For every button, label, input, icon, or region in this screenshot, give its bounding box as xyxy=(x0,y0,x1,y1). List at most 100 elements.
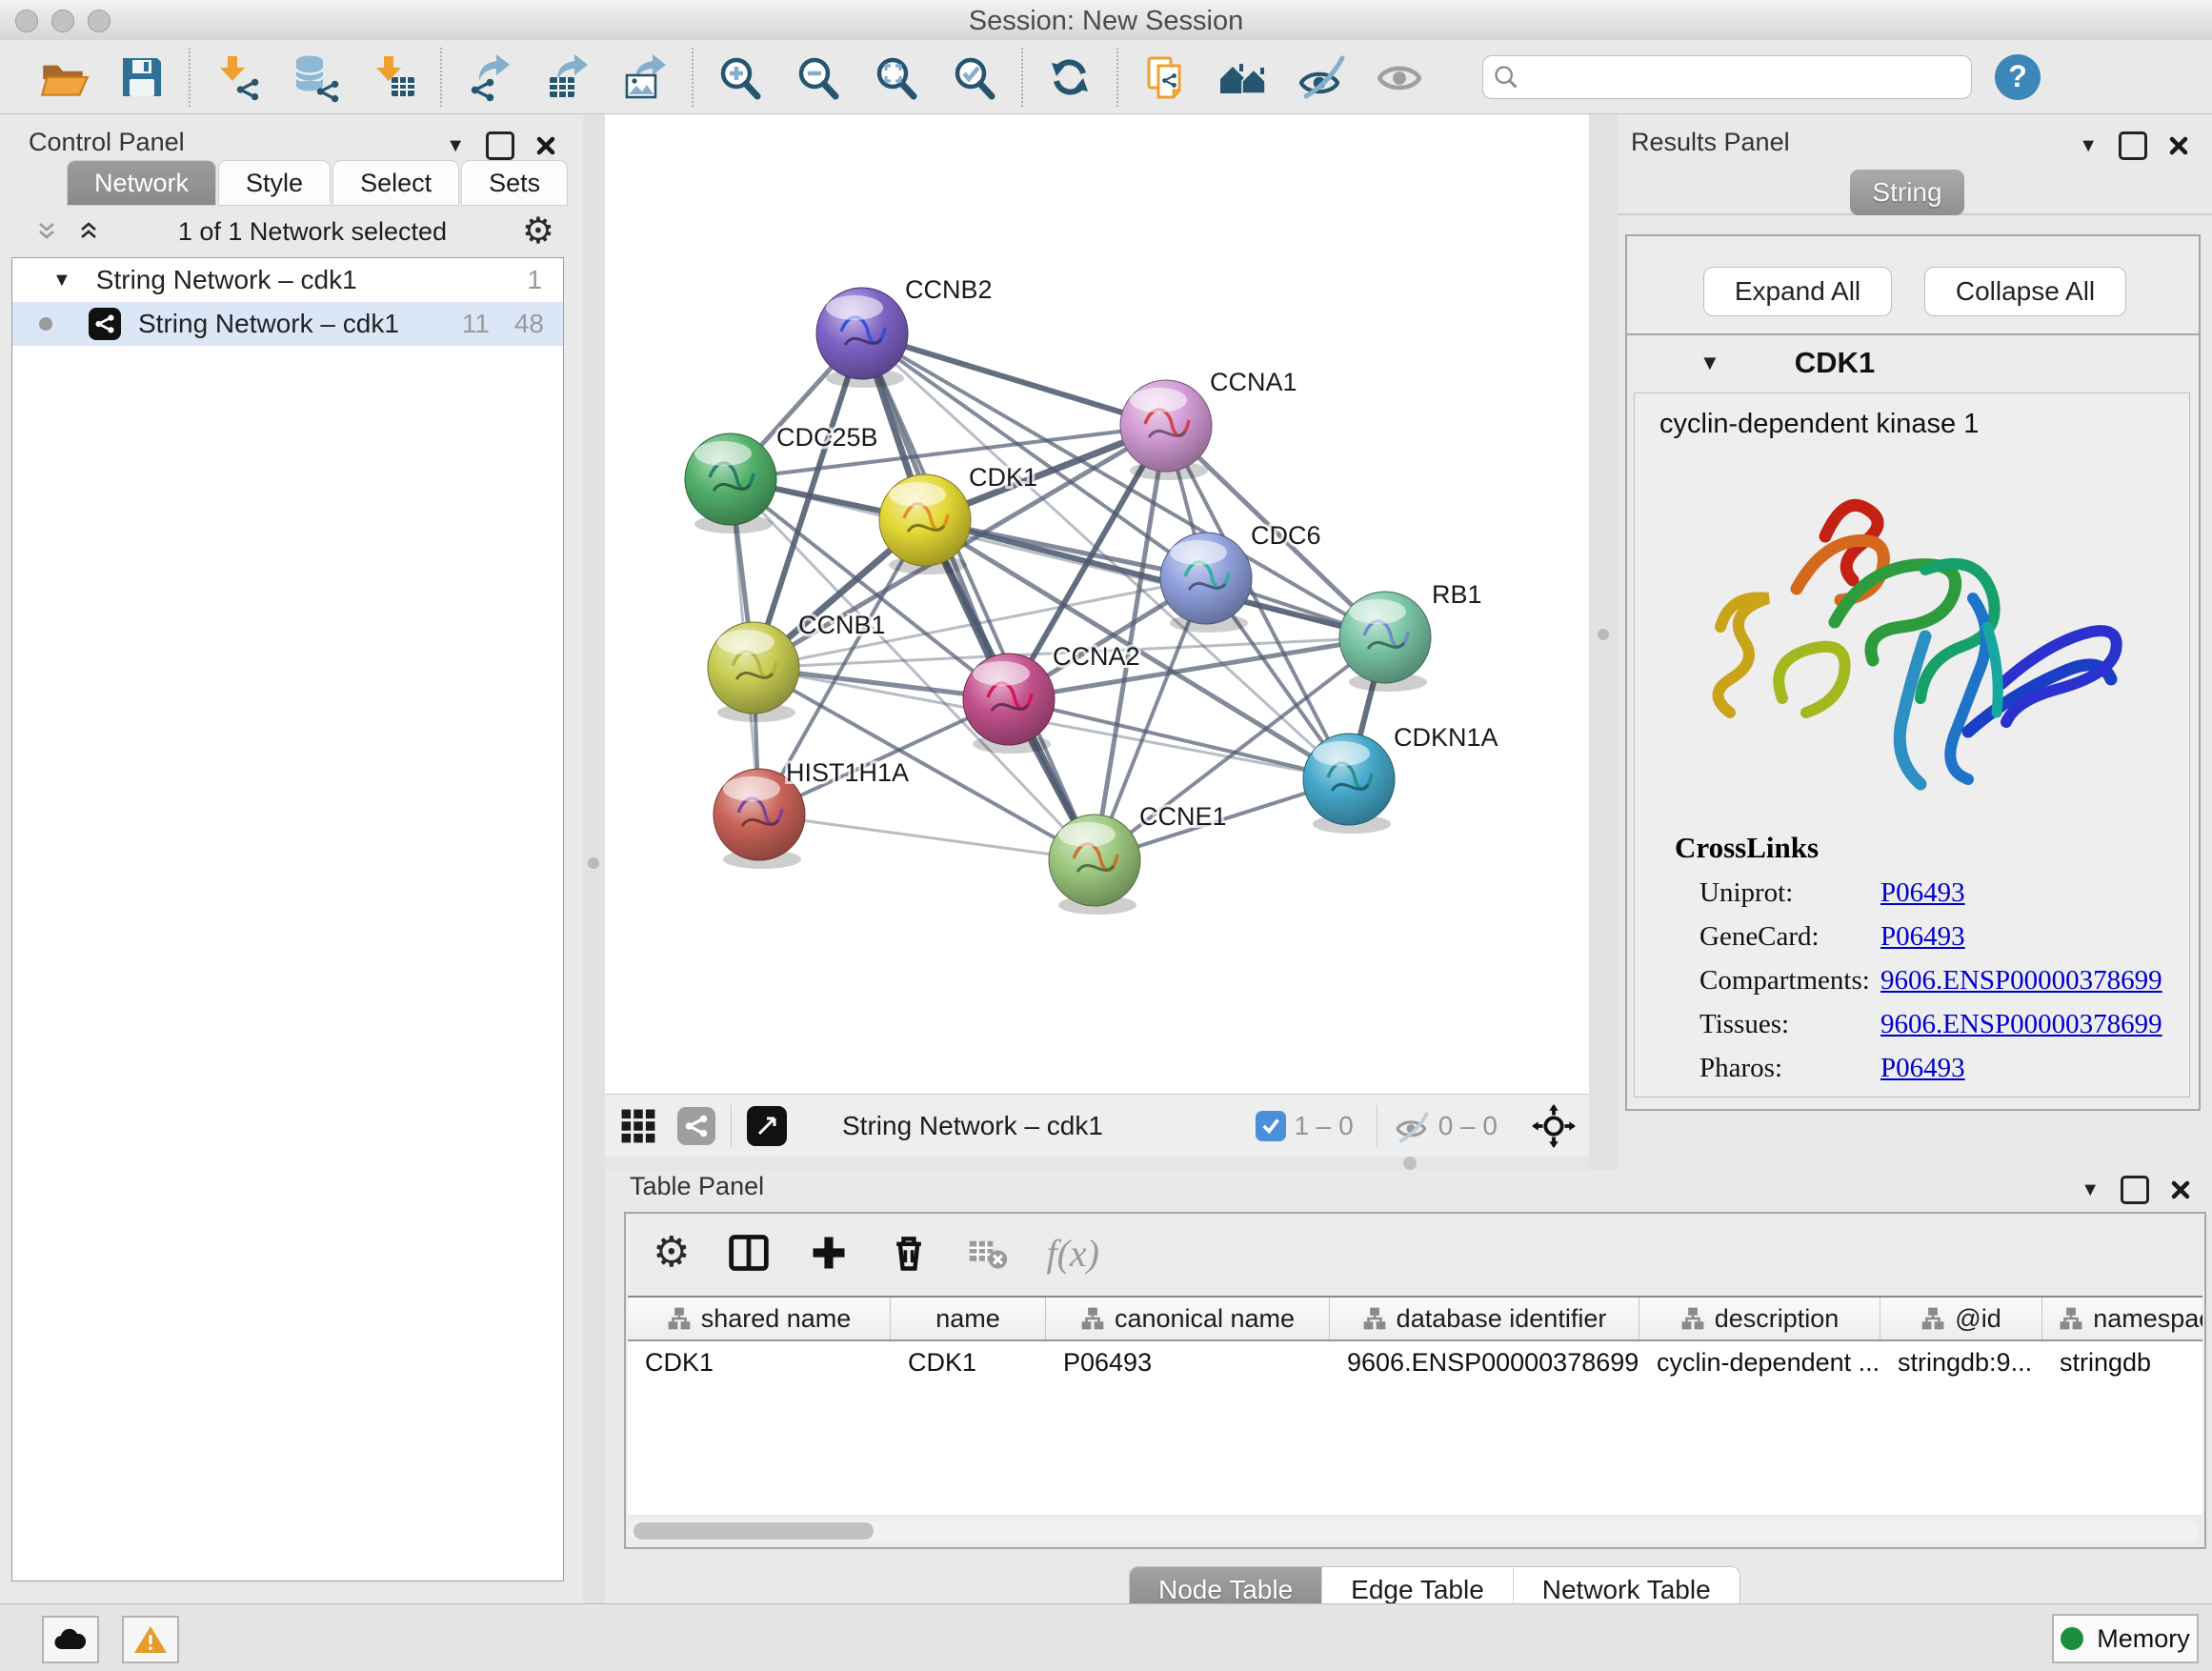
import-network-from-database-button[interactable] xyxy=(276,44,354,111)
table-cell[interactable]: CDK1 xyxy=(628,1341,891,1383)
column-header-namespac[interactable]: namespac xyxy=(2042,1298,2202,1339)
delete-column-icon[interactable] xyxy=(888,1232,930,1274)
table-row[interactable]: CDK1CDK1P064939606.ENSP00000378699cyclin… xyxy=(628,1341,2202,1383)
export-table-icon xyxy=(540,50,593,104)
grid-view-icon[interactable] xyxy=(620,1108,656,1144)
crosslink-label: Pharos: xyxy=(1699,1053,1880,1084)
tab-network[interactable]: Network xyxy=(67,160,216,206)
crosslink-link[interactable]: P06493 xyxy=(1880,877,1965,909)
network-options-gear-icon[interactable]: ⚙ xyxy=(522,213,554,250)
crosslink-label: GeneCard: xyxy=(1699,921,1880,953)
tab-sets[interactable]: Sets xyxy=(461,160,568,206)
panel-menu-icon[interactable]: ▼ xyxy=(2079,135,2098,157)
zoom-fit-button[interactable] xyxy=(857,44,935,111)
column-header-name[interactable]: name xyxy=(891,1298,1046,1339)
column-header-database-identifier[interactable]: database identifier xyxy=(1330,1298,1639,1339)
houses-icon xyxy=(1217,50,1270,104)
table-cell[interactable]: CDK1 xyxy=(891,1341,1046,1383)
column-header--id[interactable]: @id xyxy=(1880,1298,2042,1339)
crosslink-link[interactable]: 9606.ENSP00000378699 xyxy=(1880,1009,2162,1040)
memory-button[interactable]: Memory xyxy=(2052,1614,2199,1663)
panel-float-icon[interactable] xyxy=(2121,1176,2149,1204)
title-bar: Session: New Session xyxy=(0,0,2212,41)
zoom-in-button[interactable] xyxy=(701,44,779,111)
network-edge[interactable] xyxy=(1009,699,1349,779)
show-all-button[interactable] xyxy=(1360,44,1438,111)
selected-checkbox-icon[interactable] xyxy=(1256,1111,1286,1141)
export-image-button[interactable] xyxy=(606,44,684,111)
zoom-out-button[interactable] xyxy=(779,44,857,111)
table-cell[interactable]: cyclin-dependent ... xyxy=(1639,1341,1880,1383)
collapse-all-button[interactable]: Collapse All xyxy=(1924,267,2126,316)
hide-selected-button[interactable] xyxy=(1282,44,1360,111)
crosslink-link[interactable]: P06493 xyxy=(1880,921,1965,953)
column-header-shared-name[interactable]: shared name xyxy=(628,1298,891,1339)
collapse-all-icon[interactable] xyxy=(32,217,61,246)
export-table-button[interactable] xyxy=(528,44,606,111)
tab-style[interactable]: Style xyxy=(218,160,331,206)
node-label: CCNA2 xyxy=(1053,642,1140,671)
network-label: String Network – cdk1 xyxy=(138,309,399,339)
panel-close-icon[interactable] xyxy=(535,135,556,156)
network-view-title: String Network – cdk1 xyxy=(842,1111,1103,1141)
expand-all-button[interactable]: Expand All xyxy=(1703,267,1892,316)
zoom-selected-button[interactable] xyxy=(935,44,1014,111)
horizontal-splitter[interactable] xyxy=(605,1157,1589,1170)
main-toolbar: ? xyxy=(0,40,2212,114)
network-type-icon[interactable] xyxy=(677,1107,715,1145)
panel-menu-icon[interactable]: ▼ xyxy=(446,135,465,157)
panel-menu-icon[interactable]: ▼ xyxy=(2081,1179,2100,1201)
import-table-button[interactable] xyxy=(354,44,432,111)
panel-close-icon[interactable] xyxy=(2170,1179,2191,1200)
expand-all-icon[interactable] xyxy=(74,217,103,246)
collection-expander-icon[interactable]: ▼ xyxy=(52,270,71,292)
search-input[interactable] xyxy=(1519,61,1961,92)
network-edge[interactable] xyxy=(862,333,1166,426)
scrollbar-thumb[interactable] xyxy=(633,1522,874,1540)
node-label: HIST1H1A xyxy=(786,758,909,787)
save-session-button[interactable] xyxy=(103,44,181,111)
panel-float-icon[interactable] xyxy=(2119,131,2147,160)
refresh-button[interactable] xyxy=(1031,44,1109,111)
node-label: CCNB1 xyxy=(798,611,886,639)
results-panel: Results Panel ▼ String Expand All Collap… xyxy=(1618,114,2212,1170)
table-cell[interactable]: P06493 xyxy=(1046,1341,1330,1383)
table-options-gear-icon[interactable]: ⚙ xyxy=(653,1232,690,1274)
network-collection-row[interactable]: ▼ String Network – cdk1 1 xyxy=(12,258,563,302)
column-header-canonical-name[interactable]: canonical name xyxy=(1046,1298,1330,1339)
network-edge-count: 48 xyxy=(514,309,544,339)
cloud-status-button[interactable] xyxy=(42,1616,99,1663)
add-column-icon[interactable] xyxy=(808,1232,850,1274)
show-columns-icon[interactable] xyxy=(728,1232,770,1274)
network-row[interactable]: String Network – cdk1 11 48 xyxy=(12,302,563,346)
network-canvas[interactable]: CCNB2CCNA1CDC25BCDK1CDC6RB1CCNB1CCNA2CDK… xyxy=(605,114,1589,1094)
table-cell[interactable]: stringdb:9... xyxy=(1880,1341,2042,1383)
panel-float-icon[interactable] xyxy=(486,131,514,160)
network-edge[interactable] xyxy=(759,815,1095,860)
export-network-button[interactable] xyxy=(450,44,528,111)
crosslink-link[interactable]: P06493 xyxy=(1880,1053,1965,1084)
entry-expander-icon[interactable]: ▼ xyxy=(1699,351,1720,375)
first-neighbors-button[interactable] xyxy=(1204,44,1282,111)
panel-close-icon[interactable] xyxy=(2168,135,2189,156)
left-splitter[interactable] xyxy=(583,114,605,1603)
help-button[interactable]: ? xyxy=(1995,54,2041,100)
pan-crosshair-icon[interactable] xyxy=(1532,1104,1576,1148)
crosslinks-title: CrossLinks xyxy=(1675,831,2189,865)
table-cell[interactable]: 9606.ENSP00000378699 xyxy=(1330,1341,1639,1383)
column-header-description[interactable]: description xyxy=(1639,1298,1880,1339)
warning-status-button[interactable] xyxy=(122,1616,179,1663)
tab-select[interactable]: Select xyxy=(332,160,459,206)
results-entry-box: ▼ CDK1 cyclin-dependent kinase 1 xyxy=(1625,333,2201,1111)
crosslink-link[interactable]: 9606.ENSP00000378699 xyxy=(1880,965,2162,997)
results-tab-string[interactable]: String xyxy=(1850,170,1964,215)
clone-network-button[interactable] xyxy=(1126,44,1204,111)
table-cell[interactable]: stringdb xyxy=(2042,1341,2202,1383)
import-network-from-file-button[interactable] xyxy=(198,44,276,111)
table-horizontal-scrollbar[interactable] xyxy=(628,1520,2199,1541)
results-entry-header[interactable]: ▼ CDK1 xyxy=(1627,335,2199,391)
birds-eye-view-icon[interactable] xyxy=(747,1106,787,1146)
right-splitter[interactable] xyxy=(1589,114,1618,1170)
hidden-eye-slash-icon xyxy=(1393,1107,1431,1145)
open-session-button[interactable] xyxy=(25,44,103,111)
